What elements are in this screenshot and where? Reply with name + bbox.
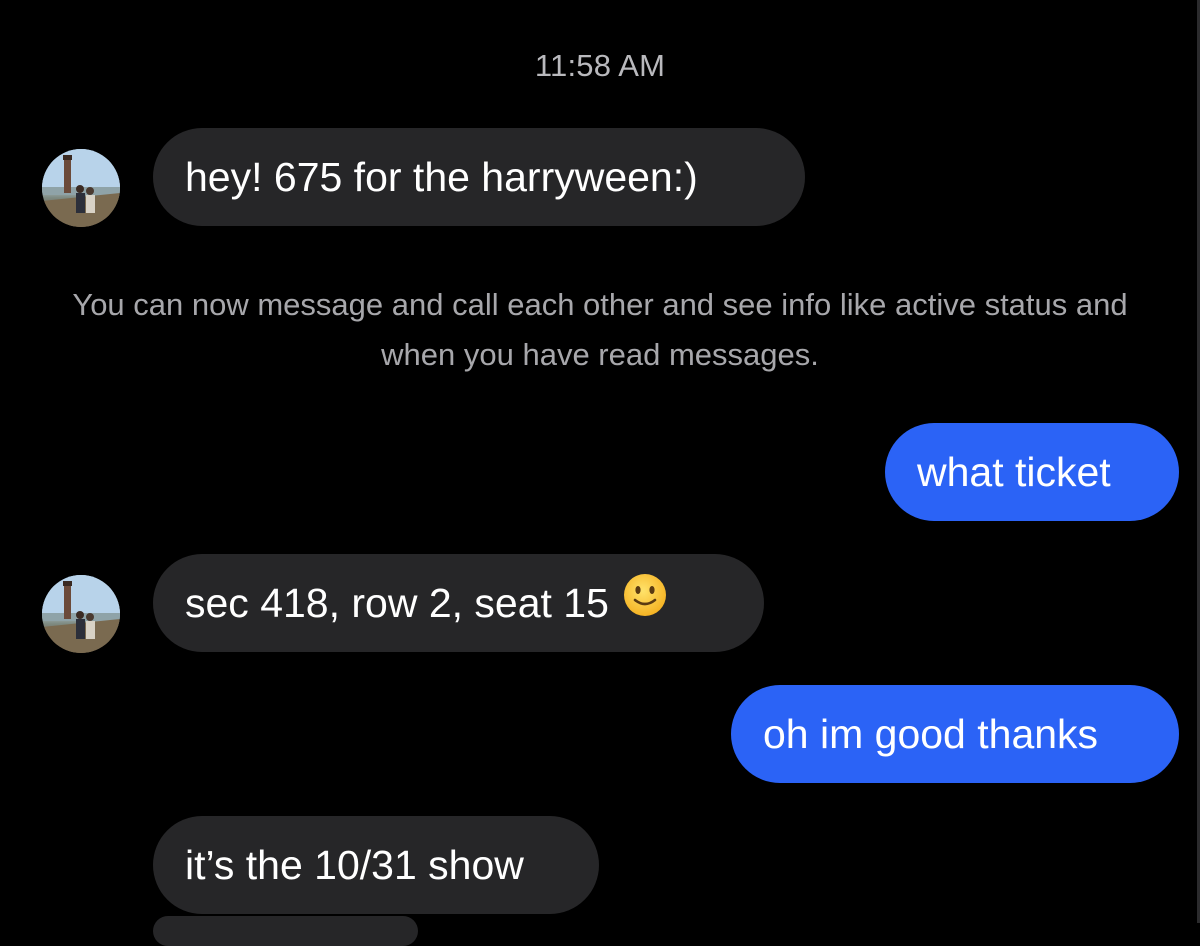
sender-avatar[interactable] <box>42 575 120 653</box>
outgoing-message-bubble[interactable]: what ticket <box>885 423 1179 521</box>
incoming-message-bubble[interactable]: it’s the 10/31 show <box>153 816 599 914</box>
slightly-smiling-face-icon <box>623 554 667 652</box>
avatar-photo-icon <box>42 575 120 653</box>
partial-incoming-message-bubble[interactable] <box>153 916 418 946</box>
avatar-photo-icon <box>42 149 120 227</box>
incoming-message-bubble[interactable]: hey! 675 for the harryween:) <box>153 128 805 226</box>
incoming-message-bubble[interactable]: sec 418, row 2, seat 15 <box>153 554 764 652</box>
outgoing-message-bubble[interactable]: oh im good thanks <box>731 685 1179 783</box>
system-notice: You can now message and call each other … <box>72 287 1128 372</box>
sender-avatar[interactable] <box>42 149 120 227</box>
message-text: it’s the 10/31 show <box>185 842 524 888</box>
message-text: sec 418, row 2, seat 15 <box>185 580 609 626</box>
message-text: what ticket <box>917 449 1111 495</box>
message-text: oh im good thanks <box>763 711 1099 757</box>
message-timestamp: 11:58 AM <box>534 48 666 83</box>
message-text: hey! 675 for the harryween:) <box>185 154 698 200</box>
